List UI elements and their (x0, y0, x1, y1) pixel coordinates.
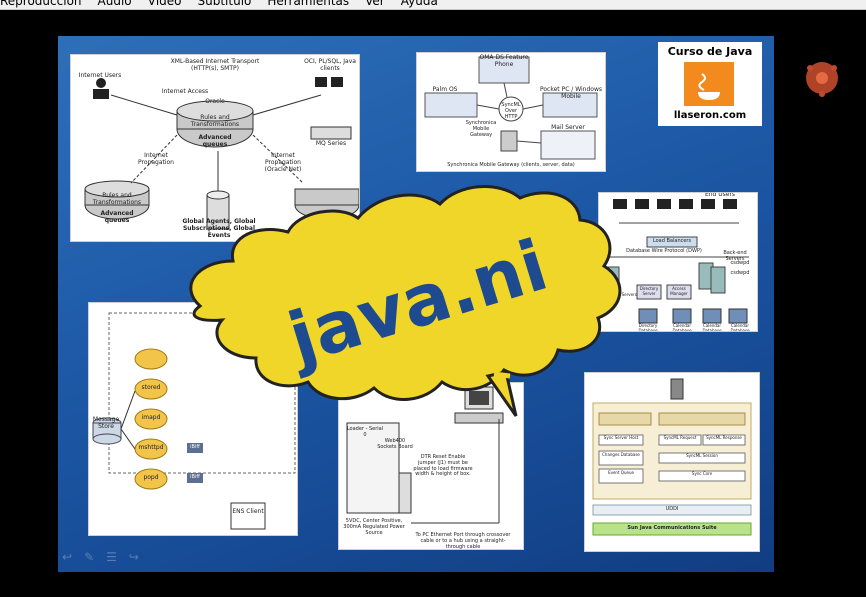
menu-bar: Reproducción Audio Vídeo Subtítulo Herra… (0, 0, 866, 10)
vlc-watermark-icon (806, 62, 838, 97)
forward-arrow-icon[interactable]: ↪ (129, 550, 139, 564)
menu-reproduccion[interactable]: Reproducción (0, 0, 82, 8)
menu-icon[interactable]: ☰ (106, 550, 117, 564)
pen-icon[interactable]: ✎ (84, 550, 94, 564)
menu-video[interactable]: Vídeo (148, 0, 182, 8)
menu-subtitulo[interactable]: Subtítulo (198, 0, 252, 8)
menu-ver[interactable]: Ver (365, 0, 385, 8)
video-area[interactable]: Internet Users XML-Based Internet Transp… (0, 10, 866, 597)
menu-herramientas[interactable]: Herramientas (267, 0, 349, 8)
back-arrow-icon[interactable]: ↩ (62, 550, 72, 564)
menu-items: Reproducción Audio Vídeo Subtítulo Herra… (0, 0, 438, 8)
menu-audio[interactable]: Audio (98, 0, 132, 8)
slide-controls: ↩ ✎ ☰ ↪ (62, 550, 139, 564)
slide: Internet Users XML-Based Internet Transp… (58, 36, 774, 572)
menu-ayuda[interactable]: Ayuda (401, 0, 438, 8)
